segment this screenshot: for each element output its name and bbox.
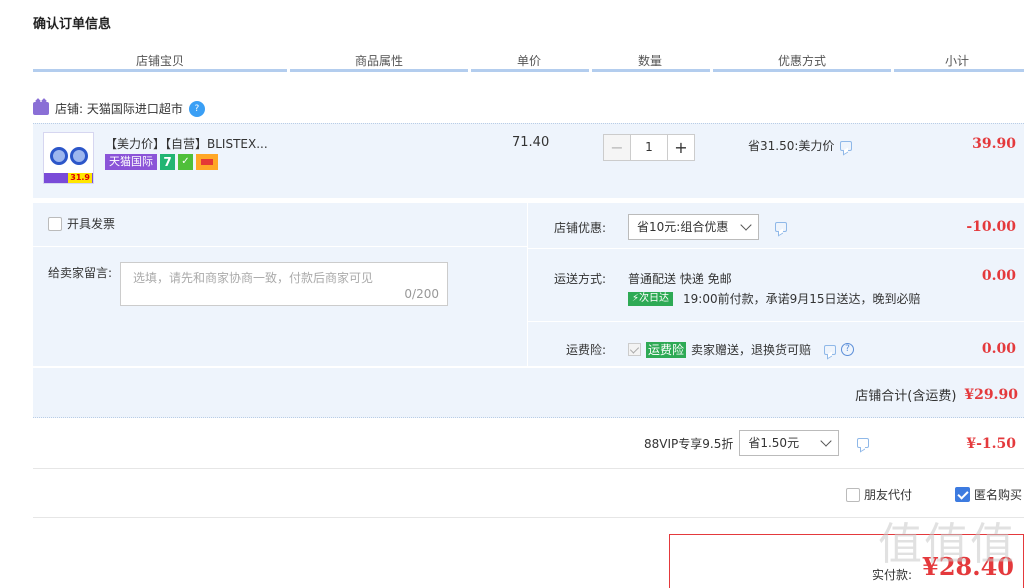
thumbnail-price: 31.9 (68, 173, 92, 183)
shipping-promise: ⚡次日达 19:00前付款，承诺9月15日送达，晚到必赔 (628, 290, 921, 307)
store-discount-select[interactable]: 省10元:组合优惠 (628, 214, 759, 240)
chevron-down-icon (820, 435, 833, 447)
item-discount: 省31.50:美力价 (748, 137, 853, 154)
tmall-global-badge: 天猫国际 (105, 154, 157, 170)
divider (33, 468, 1024, 469)
insurance-label: 运费险: (565, 343, 606, 357)
col-header-quantity: 数量 (638, 54, 663, 68)
shipping-method: 普通配送 快递 免邮 (628, 272, 732, 286)
store-total: 店铺合计(含运费) ¥29.90 (855, 385, 1018, 405)
memo-label: 给卖家留言: (48, 266, 113, 280)
col-header-store-item: 店铺宝贝 (136, 54, 185, 68)
header-divider (713, 69, 891, 72)
chat-icon[interactable]: ? (188, 100, 205, 117)
message-icon[interactable] (840, 140, 853, 151)
header-divider (592, 69, 710, 72)
friend-pay-label: 朋友代付 (864, 488, 913, 502)
divider (528, 321, 1024, 322)
credit-card-icon (196, 154, 218, 170)
store-discount-amount: -10.00 (966, 219, 1016, 235)
col-header-attributes: 商品属性 (355, 54, 404, 68)
divider (33, 246, 527, 247)
anonymous-checkbox[interactable] (955, 487, 970, 502)
help-icon[interactable]: ? (841, 343, 855, 356)
shipping-amount: 0.00 (981, 268, 1016, 284)
product-thumbnail[interactable]: 31.9 (43, 132, 94, 184)
header-divider (471, 69, 589, 72)
product-name[interactable]: 【美力价】【自营】BLISTEX... (105, 135, 268, 152)
item-discount-text: 省31.50:美力价 (748, 139, 835, 153)
page-title: 确认订单信息 (33, 17, 112, 32)
divider (33, 517, 1024, 518)
chevron-down-icon (740, 219, 752, 231)
invoice-option[interactable]: 开具发票 (48, 215, 115, 232)
vip-selected: 省1.50元 (748, 436, 800, 450)
increase-quantity-button[interactable]: + (667, 134, 695, 161)
header-divider (290, 69, 468, 72)
col-header-discount: 优惠方式 (778, 54, 827, 68)
friend-pay-option[interactable]: 朋友代付 (846, 486, 912, 503)
vip-amount: ¥-1.50 (966, 436, 1016, 452)
store-row: 店铺: 天猫国际进口超市 ? (33, 100, 205, 117)
unit-price: 71.40 (512, 135, 550, 150)
vip-label: 88VIP专享9.5折 (644, 436, 734, 451)
store-discount-label: 店铺优惠: (553, 221, 606, 235)
insurance-tag: 运费险 (646, 341, 687, 358)
shipping-label: 运送方式: (553, 272, 606, 286)
header-divider (894, 69, 1024, 72)
quantity-stepper: − 1 + (603, 134, 695, 161)
store-total-label: 店铺合计(含运费) (855, 389, 957, 404)
message-icon[interactable] (857, 438, 870, 448)
store-name[interactable]: 店铺: 天猫国际进口超市 (55, 100, 183, 117)
product-image-lens (70, 147, 88, 165)
message-icon[interactable] (775, 222, 787, 232)
col-header-subtotal: 小计 (945, 54, 970, 68)
anonymous-label: 匿名购买 (974, 488, 1023, 502)
decrease-quantity-button[interactable]: − (603, 134, 631, 161)
anonymous-option[interactable]: 匿名购买 (955, 486, 1022, 503)
invoice-label: 开具发票 (67, 217, 116, 231)
store-discount-selected: 省10元:组合优惠 (637, 220, 729, 234)
memo-input[interactable]: 选填，请先和商家协商一致，付款后商家可见 0/200 (120, 262, 448, 306)
insurance-text: 卖家赠送，退换货可赔 (691, 343, 812, 357)
product-image-lens (50, 147, 68, 165)
vip-discount-row: 88VIP专享9.5折 省1.50元 (644, 430, 870, 456)
item-subtotal: 39.90 (972, 136, 1016, 152)
insurance-option: 运费险 卖家赠送，退换货可赔 ? (628, 341, 855, 358)
product-badges: 天猫国际 7 ✓ (105, 154, 218, 170)
quantity-input[interactable]: 1 (631, 134, 667, 161)
insurance-checkbox (628, 343, 641, 356)
insurance-amount: 0.00 (981, 341, 1016, 357)
invoice-checkbox[interactable] (48, 216, 62, 231)
friend-pay-checkbox[interactable] (846, 487, 860, 502)
store-total-amount: ¥29.90 (964, 386, 1018, 403)
message-icon[interactable] (824, 344, 837, 355)
shipping-note: 19:00前付款，承诺9月15日送达，晚到必赔 (683, 292, 921, 306)
memo-char-count: 0/200 (404, 287, 439, 301)
seven-day-return-icon: 7 (160, 154, 175, 170)
watermark: 值值值 (878, 519, 1016, 570)
vip-discount-select[interactable]: 省1.50元 (739, 430, 840, 456)
next-day-badge: ⚡次日达 (628, 291, 674, 306)
header-divider (33, 69, 287, 72)
guarantee-icon: ✓ (178, 154, 193, 170)
divider (528, 248, 1024, 249)
col-header-unit-price: 单价 (517, 54, 542, 68)
store-icon (33, 102, 49, 115)
memo-placeholder: 选填，请先和商家协商一致，付款后商家可见 (133, 271, 374, 285)
